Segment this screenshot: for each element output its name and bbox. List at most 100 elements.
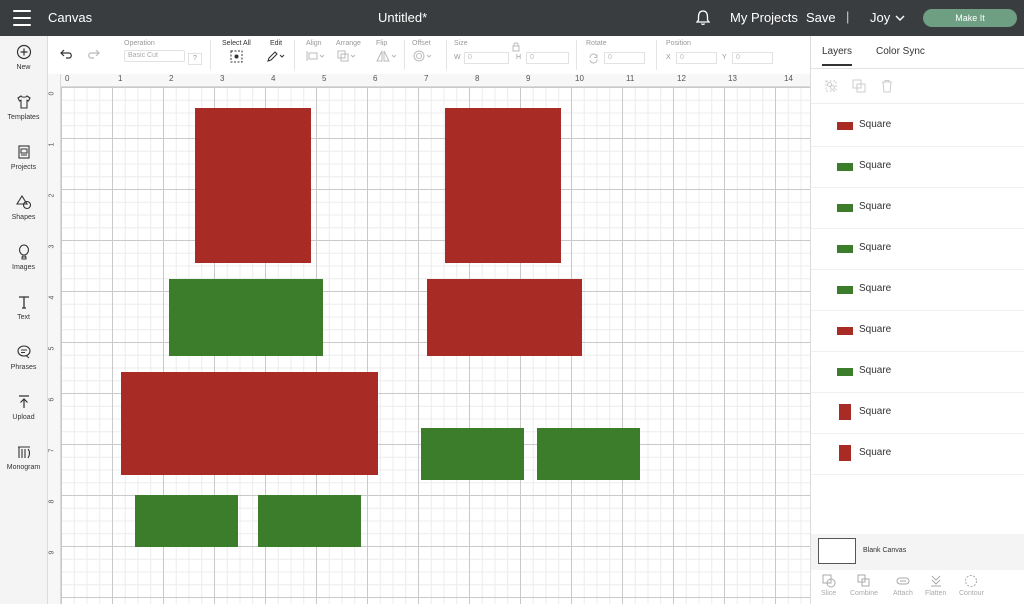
my-projects-link[interactable]: My Projects — [730, 10, 798, 25]
layer-label: Square — [859, 119, 892, 130]
square-shape-red[interactable] — [445, 108, 561, 263]
square-shape-red[interactable] — [195, 108, 311, 263]
operation-select[interactable]: Basic Cut — [124, 50, 185, 62]
layer-item[interactable]: Square — [811, 310, 1024, 352]
ruler-tick-label: 3 — [220, 74, 225, 83]
square-shape-green[interactable] — [421, 428, 524, 480]
attach-button[interactable]: Attach — [893, 574, 913, 597]
document-title[interactable]: Untitled* — [378, 10, 427, 25]
layer-item[interactable]: Square — [811, 105, 1024, 147]
size-label: Size — [454, 40, 468, 47]
save-button[interactable]: Save — [806, 10, 836, 25]
contour-button[interactable]: Contour — [959, 574, 984, 597]
contour-icon — [965, 575, 978, 587]
layer-item[interactable]: Square — [811, 433, 1024, 475]
square-shape-green[interactable] — [537, 428, 640, 480]
layer-item[interactable]: Square — [811, 392, 1024, 434]
offset-button[interactable]: Offset — [412, 40, 434, 62]
ruler-tick-label: 5 — [48, 346, 56, 351]
make-it-button[interactable]: Make It — [923, 9, 1017, 27]
duplicate-icon[interactable] — [852, 79, 866, 93]
rail-label: Images — [12, 264, 35, 271]
blank-canvas-row[interactable]: Blank Canvas — [811, 534, 1024, 570]
slice-icon — [822, 574, 836, 588]
width-input[interactable]: 0 — [464, 52, 509, 64]
layer-label: Square — [859, 160, 892, 171]
bell-icon[interactable] — [694, 9, 712, 27]
redo-icon[interactable] — [86, 48, 100, 60]
tab-color-sync[interactable]: Color Sync — [876, 46, 925, 57]
layer-tools — [811, 69, 1024, 104]
rotate-label: Rotate — [586, 40, 607, 47]
arrange-button[interactable]: Arrange — [336, 40, 361, 62]
rail-monogram[interactable]: Monogram — [0, 444, 47, 471]
square-shape-green[interactable] — [169, 279, 323, 356]
square-shape-red[interactable] — [427, 279, 582, 356]
divider — [656, 40, 657, 70]
rail-label: New — [16, 64, 31, 71]
ruler-tick-label: 3 — [48, 244, 56, 249]
rail-text[interactable]: Text — [0, 294, 47, 321]
layer-item[interactable]: Square — [811, 187, 1024, 229]
rail-new[interactable]: New — [0, 44, 47, 71]
group-icon[interactable] — [824, 79, 838, 93]
tab-layers[interactable]: Layers — [822, 46, 853, 66]
rail-projects[interactable]: Projects — [0, 144, 47, 171]
layer-item[interactable]: Square — [811, 269, 1024, 311]
ruler-tick-label: 6 — [48, 397, 56, 402]
top-bar: Canvas Untitled* My Projects Save | Joy … — [0, 0, 1024, 36]
rail-images[interactable]: Images — [0, 244, 47, 271]
layer-item[interactable]: Square — [811, 228, 1024, 270]
ruler-tick-label: 2 — [48, 193, 56, 198]
y-input[interactable]: 0 — [732, 52, 773, 64]
layer-item[interactable]: Square — [811, 146, 1024, 188]
rail-label: Projects — [10, 164, 37, 171]
select-all-button[interactable]: Select All — [222, 40, 251, 63]
rail-shapes[interactable]: Shapes — [0, 194, 47, 221]
trash-icon[interactable] — [880, 79, 894, 93]
design-canvas[interactable] — [61, 87, 810, 604]
pencil-icon — [267, 51, 285, 62]
flatten-button[interactable]: Flatten — [925, 574, 946, 597]
combine-button[interactable]: Combine — [850, 574, 878, 597]
ruler-tick-label: 11 — [626, 74, 635, 83]
app-title: Canvas — [48, 10, 93, 25]
square-shape-green[interactable] — [135, 495, 238, 547]
rail-phrases[interactable]: Phrases — [0, 344, 47, 371]
flatten-label: Flatten — [925, 590, 947, 597]
ruler-tick-label: 7 — [424, 74, 429, 83]
layer-label: Square — [859, 365, 892, 376]
edit-toolbar: Operation Basic Cut ? Select All Edit Al… — [48, 36, 810, 75]
layer-item[interactable]: Square — [811, 351, 1024, 393]
rail-upload[interactable]: Upload — [0, 394, 47, 421]
layer-label: Square — [859, 201, 892, 212]
ruler-tick-label: 7 — [48, 448, 56, 453]
contour-label: Contour — [959, 590, 984, 597]
rotate-input[interactable]: 0 — [604, 52, 645, 64]
layer-label: Square — [859, 242, 892, 253]
height-input[interactable]: 0 — [526, 52, 569, 64]
ruler-tick-label: 4 — [48, 295, 56, 300]
x-input[interactable]: 0 — [676, 52, 717, 64]
combine-label: Combine — [850, 590, 879, 597]
menu-icon[interactable] — [13, 10, 31, 26]
select-all-label: Select All — [222, 40, 251, 47]
rail-templates[interactable]: Templates — [0, 94, 47, 121]
operation-help-icon[interactable]: ? — [188, 53, 202, 65]
chevron-down-icon[interactable] — [894, 12, 906, 24]
rail-label: Templates — [7, 114, 40, 121]
layer-swatch — [837, 286, 853, 294]
lock-icon[interactable] — [512, 42, 520, 52]
offset-label: Offset — [412, 40, 431, 47]
arrange-icon — [337, 50, 356, 62]
align-button[interactable]: Align — [306, 40, 326, 62]
undo-icon[interactable] — [60, 48, 74, 60]
ruler-tick-label: 9 — [48, 550, 56, 555]
square-shape-red[interactable] — [121, 372, 378, 475]
edit-button[interactable]: Edit — [266, 40, 286, 63]
flip-button[interactable]: Flip — [376, 40, 398, 62]
user-menu[interactable]: Joy — [870, 10, 890, 25]
square-shape-green[interactable] — [258, 495, 361, 547]
ruler-tick-label: 1 — [118, 74, 123, 83]
slice-button[interactable]: Slice — [821, 574, 836, 597]
